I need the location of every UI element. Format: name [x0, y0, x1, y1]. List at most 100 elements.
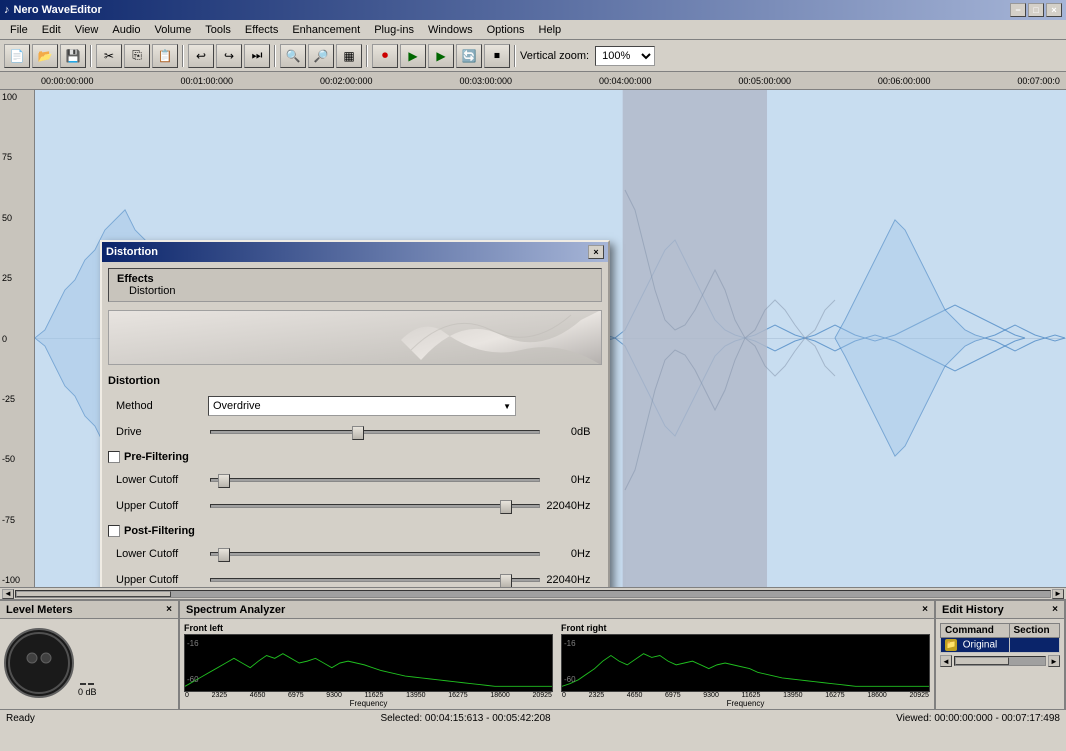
level-meters-panel: Level Meters ×	[0, 601, 180, 709]
pre-upper-slider[interactable]	[210, 504, 540, 508]
skip-button[interactable]: ⏭	[244, 44, 270, 68]
play-button[interactable]: ▶	[400, 44, 426, 68]
history-scroll-right[interactable]: ►	[1048, 655, 1060, 667]
horizontal-scrollbar[interactable]: ◄ ►	[0, 587, 1066, 599]
toolbar-sep1	[90, 45, 92, 67]
menu-view[interactable]: View	[69, 22, 105, 38]
zoom-out-button[interactable]: 🔎	[308, 44, 334, 68]
method-dropdown[interactable]: Overdrive ▼	[208, 396, 516, 416]
pre-upper-row: Upper Cutoff 22040 Hz	[108, 495, 602, 517]
close-button[interactable]: ×	[1046, 3, 1062, 17]
scroll-track[interactable]	[15, 590, 1051, 598]
history-original-section	[1009, 638, 1059, 653]
dialog-overlay: Distortion × Effects Distortion	[35, 90, 1066, 587]
pre-filter-checkbox[interactable]	[108, 451, 120, 463]
dialog-close-button[interactable]: ×	[588, 245, 604, 259]
open-button[interactable]: 📂	[32, 44, 58, 68]
history-col-section: Section	[1009, 624, 1059, 638]
undo-button[interactable]: ↩	[188, 44, 214, 68]
level-meters-title: Level Meters	[6, 604, 73, 616]
post-upper-thumb[interactable]	[500, 574, 512, 587]
menu-options[interactable]: Options	[481, 22, 531, 38]
history-scroll-track[interactable]	[954, 656, 1046, 666]
menu-plugins[interactable]: Plug-ins	[368, 22, 420, 38]
drive-slider[interactable]	[210, 430, 540, 434]
spectrum-right-chart: -16 -60	[561, 634, 930, 692]
spectrum-left: Front left -16 -60 023254650697593001162…	[184, 623, 553, 708]
toolbar-sep5	[514, 45, 516, 67]
history-scroll-thumb[interactable]	[955, 657, 1009, 665]
zoom-in-button[interactable]: 🔍	[280, 44, 306, 68]
history-row-original[interactable]: 📁 Original	[941, 638, 1060, 653]
post-upper-slider[interactable]	[210, 578, 540, 582]
menu-tools[interactable]: Tools	[199, 22, 237, 38]
history-scroll-left[interactable]: ◄	[940, 655, 952, 667]
spectrum-panel: Spectrum Analyzer × Front left -16 -60	[180, 601, 936, 709]
status-ready: Ready	[6, 713, 35, 724]
level-meters-close[interactable]: ×	[166, 604, 172, 615]
maximize-button[interactable]: □	[1028, 3, 1044, 17]
waveform-scale: 1007550250 -25-50-75-100	[0, 90, 35, 587]
spectrum-close[interactable]: ×	[922, 604, 928, 615]
select-button[interactable]: ▦	[336, 44, 362, 68]
pre-filter-checkbox-row: Pre-Filtering	[108, 449, 602, 465]
post-upper-label: Upper Cutoff	[108, 574, 208, 586]
effects-sub-label: Distortion	[117, 285, 593, 297]
history-scroll: ◄ ►	[940, 655, 1060, 667]
record-button[interactable]: ⏺	[372, 44, 398, 68]
menu-audio[interactable]: Audio	[106, 22, 146, 38]
post-lower-slider[interactable]	[210, 552, 540, 556]
copy-button[interactable]: ⎘	[124, 44, 150, 68]
minimize-button[interactable]: −	[1010, 3, 1026, 17]
menu-volume[interactable]: Volume	[149, 22, 198, 38]
post-filter-checkbox[interactable]	[108, 525, 120, 537]
toolbar: 📄 📂 💾 ✂ ⎘ 📋 ↩ ↪ ⏭ 🔍 🔎 ▦ ⏺ ▶ ▶ 🔄 ⏹ Vertic…	[0, 40, 1066, 72]
post-lower-label: Lower Cutoff	[108, 548, 208, 560]
title-bar-left: ♪ Nero WaveEditor	[4, 4, 102, 16]
spectrum-header: Spectrum Analyzer ×	[180, 601, 934, 619]
menu-file[interactable]: File	[4, 22, 34, 38]
redo-button[interactable]: ↪	[216, 44, 242, 68]
cut-button[interactable]: ✂	[96, 44, 122, 68]
drive-thumb[interactable]	[352, 426, 364, 440]
menu-enhancement[interactable]: Enhancement	[286, 22, 366, 38]
scroll-thumb[interactable]	[16, 591, 171, 597]
post-filter-checkbox-row: Post-Filtering	[108, 523, 602, 539]
pre-lower-slider[interactable]	[210, 478, 540, 482]
spectrum-right-label: Front right	[561, 623, 930, 633]
waveform-area[interactable]: 1007550250 -25-50-75-100	[0, 90, 1066, 587]
pre-upper-thumb[interactable]	[500, 500, 512, 514]
play-sel-button[interactable]: ▶	[428, 44, 454, 68]
waveform-canvas[interactable]: Distortion × Effects Distortion	[35, 90, 1066, 587]
spectrum-right: Front right -16 -60 02325465069759300116…	[561, 623, 930, 708]
new-button[interactable]: 📄	[4, 44, 30, 68]
pre-lower-row: Lower Cutoff 0 Hz	[108, 469, 602, 491]
scroll-left-button[interactable]: ◄	[2, 589, 14, 599]
pre-lower-thumb[interactable]	[218, 474, 230, 488]
menu-help[interactable]: Help	[533, 22, 568, 38]
zoom-label: Vertical zoom:	[520, 50, 589, 62]
save-button[interactable]: 💾	[60, 44, 86, 68]
zoom-select[interactable]: 100% 200% 50%	[595, 46, 655, 66]
edit-history-title: Edit History	[942, 604, 1004, 616]
bottom-panels: Level Meters ×	[0, 599, 1066, 709]
pre-lower-value: 0	[542, 474, 577, 486]
post-upper-row: Upper Cutoff 22040 Hz	[108, 569, 602, 587]
title-bar-controls: − □ ×	[1010, 3, 1062, 17]
menu-effects[interactable]: Effects	[239, 22, 284, 38]
meter-circle	[4, 628, 74, 698]
stop-button[interactable]: ⏹	[484, 44, 510, 68]
drive-row: Drive 0 dB	[108, 421, 602, 443]
scroll-right-button[interactable]: ►	[1052, 589, 1064, 599]
ribbon-decoration	[108, 310, 602, 365]
paste-button[interactable]: 📋	[152, 44, 178, 68]
post-lower-thumb[interactable]	[218, 548, 230, 562]
timeline-mark-4: 00:04:00:000	[599, 76, 652, 86]
meter-db-label: 0 dB	[78, 687, 97, 697]
menu-windows[interactable]: Windows	[422, 22, 479, 38]
loop-button[interactable]: 🔄	[456, 44, 482, 68]
edit-history-close[interactable]: ×	[1052, 604, 1058, 615]
toolbar-sep4	[366, 45, 368, 67]
menu-edit[interactable]: Edit	[36, 22, 67, 38]
drive-value: 0	[542, 426, 577, 438]
